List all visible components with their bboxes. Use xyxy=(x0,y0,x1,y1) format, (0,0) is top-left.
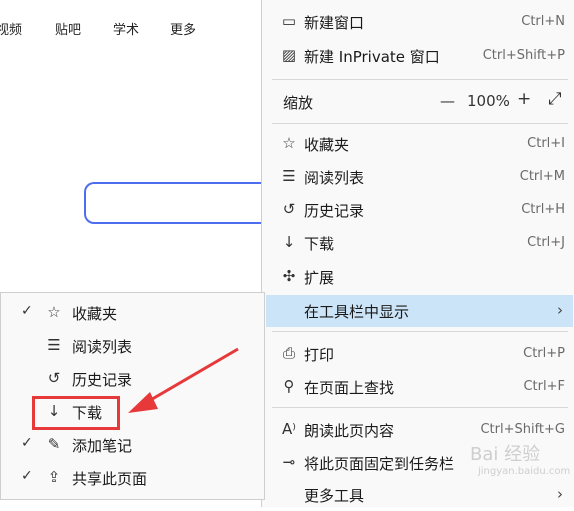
browser-settings-menu: ▭ 新建窗口 Ctrl+N ▨ 新建 InPrivate 窗口 Ctrl+Shi… xyxy=(261,0,574,507)
nav-link-video[interactable]: 视频 xyxy=(0,19,22,38)
menu-item-label: 在页面上查找 xyxy=(304,379,395,397)
new-window-icon: ▭ xyxy=(281,12,297,30)
print-icon: ⎙ xyxy=(282,344,295,362)
checkmark-icon: ✓ xyxy=(21,435,33,451)
watermark: Bai 经验 jingyan.baidu.com xyxy=(470,440,570,477)
shortcut-text: Ctrl+F xyxy=(523,379,565,394)
submenu-item-favorites[interactable]: ✓ ☆ 收藏夹 xyxy=(1,297,264,329)
zoom-in-button[interactable]: + xyxy=(517,89,531,109)
menu-item-more-tools[interactable]: 更多工具 › xyxy=(262,479,573,511)
zoom-level: 100% xyxy=(467,92,510,110)
watermark-subtext: jingyan.baidu.com xyxy=(478,466,571,477)
menu-item-label: 在工具栏中显示 xyxy=(304,303,410,321)
menu-item-label: 朗读此页内容 xyxy=(304,422,395,440)
shortcut-text: Ctrl+I xyxy=(527,136,565,151)
divider xyxy=(272,407,568,408)
submenu-item-share[interactable]: ✓ ⇪ 共享此页面 xyxy=(1,462,264,494)
submenu-item-label: 共享此页面 xyxy=(72,470,148,488)
reading-list-icon: ☰ xyxy=(47,336,61,354)
menu-item-downloads[interactable]: ↓ 下载 Ctrl+J xyxy=(262,227,573,259)
menu-item-history[interactable]: ↺ 历史记录 Ctrl+H xyxy=(262,194,573,226)
menu-item-label: 阅读列表 xyxy=(304,169,365,187)
checkmark-icon: ✓ xyxy=(21,303,33,319)
menu-item-extensions[interactable]: ✣ 扩展 xyxy=(262,261,573,293)
shortcut-text: Ctrl+Shift+P xyxy=(482,48,565,63)
menu-item-label: 扩展 xyxy=(304,269,335,287)
download-icon: ↓ xyxy=(282,233,296,251)
submenu-item-label: 收藏夹 xyxy=(72,305,118,323)
inprivate-window-icon: ▨ xyxy=(281,46,297,64)
menu-item-label: 更多工具 xyxy=(304,487,365,505)
nav-link-xueshu[interactable]: 学术 xyxy=(113,19,139,38)
menu-item-reading-list[interactable]: ☰ 阅读列表 Ctrl+M xyxy=(262,161,573,193)
find-icon: ⚲ xyxy=(283,377,295,395)
zoom-label: 缩放 xyxy=(283,94,314,112)
history-icon: ↺ xyxy=(282,200,296,218)
menu-item-label: 收藏夹 xyxy=(304,136,350,154)
menu-item-favorites[interactable]: ☆ 收藏夹 Ctrl+I xyxy=(262,128,573,160)
menu-item-show-in-toolbar[interactable]: 在工具栏中显示 › xyxy=(266,295,573,327)
submenu-item-add-notes[interactable]: ✓ ✎ 添加笔记 xyxy=(1,429,264,461)
menu-item-label: 新建窗口 xyxy=(304,14,365,32)
fullscreen-button[interactable]: ⤢ xyxy=(548,89,562,109)
shortcut-text: Ctrl+M xyxy=(519,169,565,184)
menu-item-label: 将此页面固定到任务栏 xyxy=(304,455,455,473)
nav-link-tieba[interactable]: 贴吧 xyxy=(55,19,81,38)
shortcut-text: Ctrl+J xyxy=(527,235,565,250)
checkmark-icon: ✓ xyxy=(21,468,33,484)
zoom-row: 缩放 — 100% + ⤢ xyxy=(262,86,573,118)
annotation-arrow-icon xyxy=(128,347,239,413)
chevron-right-icon: › xyxy=(557,485,563,503)
pen-icon: ✎ xyxy=(47,435,61,453)
menu-item-label: 历史记录 xyxy=(304,202,365,220)
star-icon: ☆ xyxy=(47,303,61,321)
divider xyxy=(272,331,568,332)
extensions-icon: ✣ xyxy=(282,267,296,285)
reading-list-icon: ☰ xyxy=(282,167,296,185)
zoom-out-button[interactable]: — xyxy=(440,92,455,110)
shortcut-text: Ctrl+N xyxy=(521,14,565,29)
annotation-highlight-box xyxy=(32,396,120,430)
divider xyxy=(272,79,568,80)
menu-item-label: 打印 xyxy=(304,346,335,364)
share-icon: ⇪ xyxy=(47,468,61,486)
shortcut-text: Ctrl+P xyxy=(523,346,565,361)
star-icon: ☆ xyxy=(282,134,296,152)
divider xyxy=(272,123,568,124)
read-aloud-icon: A⁾ xyxy=(282,420,296,438)
menu-item-label: 新建 InPrivate 窗口 xyxy=(304,48,440,66)
menu-item-new-window[interactable]: ▭ 新建窗口 Ctrl+N xyxy=(262,6,573,38)
search-input[interactable] xyxy=(84,182,284,224)
menu-item-find[interactable]: ⚲ 在页面上查找 Ctrl+F xyxy=(262,371,573,403)
pin-icon: ⊸ xyxy=(282,453,296,471)
nav-link-more[interactable]: 更多 xyxy=(170,19,196,38)
history-icon: ↺ xyxy=(47,369,61,387)
chevron-right-icon: › xyxy=(557,301,563,319)
menu-item-print[interactable]: ⎙ 打印 Ctrl+P xyxy=(262,338,573,370)
shortcut-text: Ctrl+H xyxy=(521,202,565,217)
submenu-item-label: 添加笔记 xyxy=(72,437,133,455)
menu-item-label: 下载 xyxy=(304,235,335,253)
watermark-text: Bai 经验 xyxy=(470,444,541,465)
menu-item-new-inprivate[interactable]: ▨ 新建 InPrivate 窗口 Ctrl+Shift+P xyxy=(262,40,573,72)
shortcut-text: Ctrl+Shift+G xyxy=(480,422,565,437)
